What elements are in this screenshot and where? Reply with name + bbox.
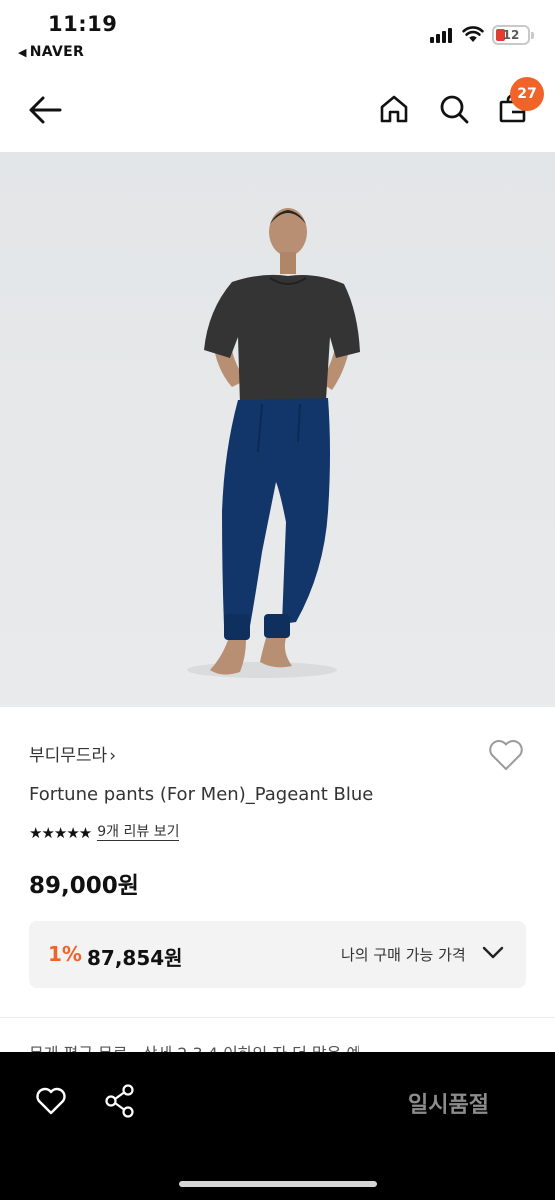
brand-name: 부디무드라 <box>29 746 108 766</box>
chevron-right-icon: › <box>109 746 117 766</box>
search-icon[interactable] <box>438 93 470 125</box>
cart-count-badge: 27 <box>510 77 544 111</box>
brand-link[interactable]: 부디무드라 › <box>29 741 116 766</box>
home-icon[interactable] <box>379 94 409 124</box>
my-price-value: 87,854원 <box>87 946 183 970</box>
sold-out-label: 일시품절 <box>408 1093 489 1118</box>
heart-icon[interactable] <box>35 1086 67 1116</box>
discount-percent: 1% <box>48 942 82 966</box>
review-link[interactable]: 9개 리뷰 보기 <box>97 825 180 841</box>
section-divider <box>0 1017 555 1018</box>
rating-row: ★★★★★ 9개 리뷰 보기 <box>29 823 180 843</box>
product-name: Fortune pants (For Men)_Pageant Blue <box>29 784 374 805</box>
status-bar: 11:19 ◀ NAVER 12 <box>0 0 555 75</box>
my-price-label: 나의 구매 가능 가격 <box>341 946 466 964</box>
wifi-icon <box>462 26 484 42</box>
chevron-down-icon <box>482 946 504 959</box>
home-indicator[interactable] <box>179 1181 377 1187</box>
back-triangle-icon: ◀ <box>18 46 27 59</box>
bottom-action-bar <box>0 1052 555 1200</box>
back-arrow-icon[interactable] <box>28 95 62 125</box>
back-to-app-link[interactable]: ◀ NAVER <box>18 44 84 60</box>
cellular-signal-icon <box>430 27 454 43</box>
product-price: 89,000원 <box>29 873 139 899</box>
share-icon[interactable] <box>104 1084 136 1118</box>
battery-level: 12 <box>502 28 520 42</box>
wishlist-heart-icon[interactable] <box>487 738 525 772</box>
product-image[interactable] <box>0 152 555 707</box>
star-rating-icon: ★★★★★ <box>29 824 92 842</box>
model-illustration <box>0 152 555 707</box>
my-price-dropdown[interactable]: 1% 87,854원 나의 구매 가능 가격 <box>29 921 526 988</box>
status-time: 11:19 <box>48 12 118 36</box>
app-header <box>0 75 555 152</box>
battery-icon: 12 <box>492 25 534 45</box>
back-app-label: NAVER <box>29 44 85 60</box>
